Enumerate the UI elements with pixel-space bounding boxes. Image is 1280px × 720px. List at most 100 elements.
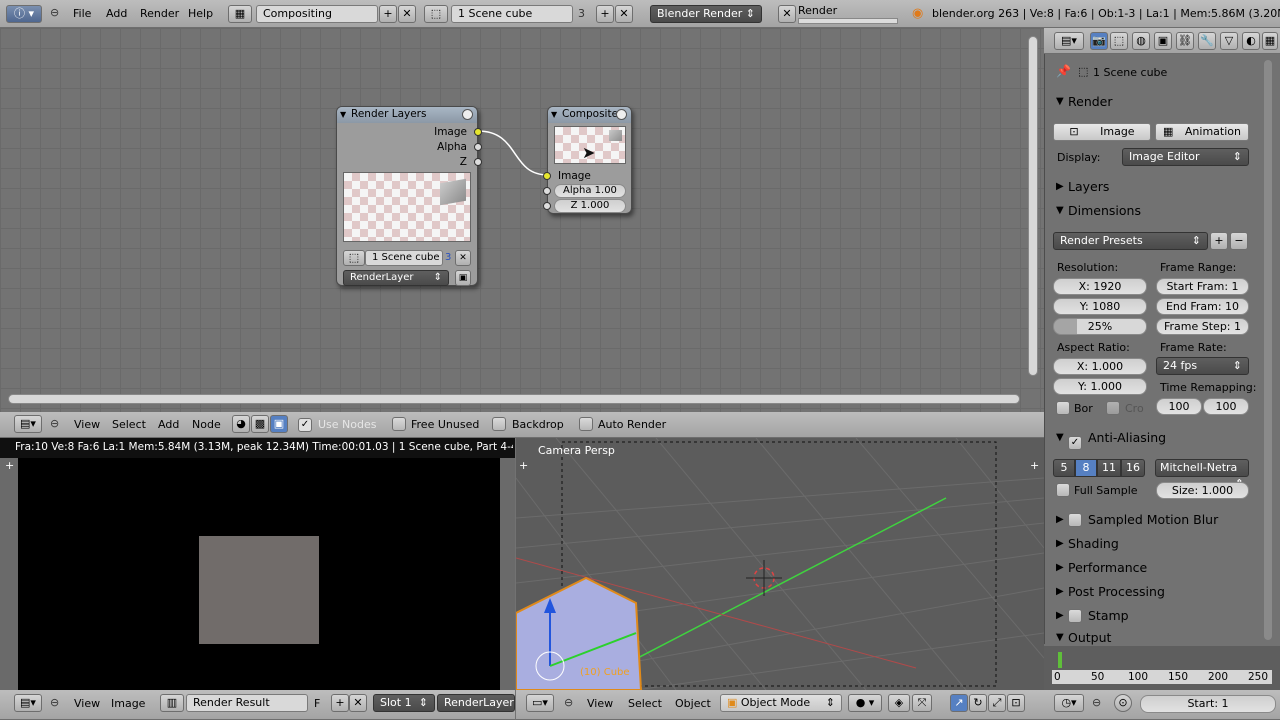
aspect-y-field[interactable]: Y: 1.000 [1053,378,1147,395]
add-screen-icon[interactable]: + [379,5,397,23]
node-scene-icon[interactable]: ⬚ [343,250,365,266]
modifiers-context-icon[interactable]: 🔧 [1198,32,1216,50]
layers-panel-header[interactable]: ▶ Layers [1050,176,1256,199]
constraints-context-icon[interactable]: ⛓ [1176,32,1194,50]
render-layer-select[interactable]: RenderLayer ⇕ [343,270,449,286]
manipulator-icon[interactable]: ⤧ [912,694,932,712]
use-nodes-checkbox[interactable]: ✓ [298,417,312,432]
world-context-icon[interactable]: ◍ [1132,32,1150,50]
menu-view[interactable]: View [74,418,100,431]
node-editor-horizontal-scrollbar[interactable] [8,394,1020,404]
output-z-socket[interactable] [474,158,482,166]
render-layer-render-icon[interactable]: ▣ [455,270,471,286]
region-toggle-plus-icon[interactable]: + [519,459,528,472]
image-name-field[interactable]: Render Result [186,694,308,712]
menu-view[interactable]: View [74,697,100,710]
scene-icon[interactable]: ⬚ [424,5,448,23]
menu-image[interactable]: Image [111,697,145,710]
render-animation-button[interactable]: ▦ Animation [1155,123,1249,141]
region-toggle-plus-icon[interactable]: + [5,459,14,472]
border-checkbox[interactable] [1056,401,1070,418]
pivot-point-icon[interactable]: ◈ [888,694,910,712]
node-editor-canvas[interactable] [0,28,1044,412]
remove-preset-icon[interactable]: − [1230,232,1248,250]
dimensions-panel-header[interactable]: ▼ Dimensions [1050,200,1256,223]
display-select[interactable]: Image Editor ⇕ [1122,148,1249,166]
menu-select[interactable]: Select [112,418,146,431]
shader-nodes-icon[interactable]: ◕ [232,415,250,433]
aa-samples-16-button[interactable]: 16 [1121,459,1145,477]
pin-icon[interactable]: 📌 [1056,64,1071,78]
backdrop-checkbox[interactable] [492,417,506,434]
aa-samples-5-button[interactable]: 5 [1053,459,1075,477]
motion-blur-checkbox[interactable] [1068,513,1082,527]
input-alpha-socket[interactable] [543,187,551,195]
frame-end-field[interactable]: End Fram: 10 [1156,298,1249,315]
alpha-input-field[interactable]: Alpha 1.00 [554,184,626,198]
collapse-triangle-icon[interactable]: ▼ [551,107,557,122]
render-layer-select[interactable]: RenderLayer [437,694,515,712]
fake-user-label[interactable]: F [314,697,320,710]
collapse-icon[interactable]: ⊖ [50,6,59,19]
motion-blur-panel-header[interactable]: ▶ Sampled Motion Blur [1050,509,1256,532]
node-preview-toggle-icon[interactable] [616,109,627,120]
free-unused-checkbox[interactable] [392,417,406,434]
aa-filter-select[interactable]: Mitchell-Netra⇕ [1155,459,1249,490]
image-browse-icon[interactable]: ▥ [160,694,184,712]
render-presets-select[interactable]: Render Presets ⇕ [1053,232,1208,250]
menu-select[interactable]: Select [628,697,662,710]
collapse-triangle-icon[interactable]: ▼ [340,107,346,122]
editor-type-node-icon[interactable]: ▤▾ [14,415,42,433]
texture-nodes-icon[interactable]: ▣ [270,415,288,433]
composite-node-header[interactable]: ▼ Composite [548,107,631,123]
slot-select[interactable]: Slot 1 ⇕ [373,694,435,712]
editor-type-image-icon[interactable]: ▤▾ [14,694,42,712]
resolution-percentage-field[interactable]: 25% [1053,318,1147,335]
node-preview-toggle-icon[interactable] [462,109,473,120]
performance-panel-header[interactable]: ▶ Performance [1050,557,1256,580]
resolution-y-field[interactable]: Y: 1080 [1053,298,1147,315]
screen-name-field[interactable]: Compositing [256,5,378,23]
rotate-icon[interactable]: ↻ [969,694,987,712]
menu-file[interactable]: File [73,0,91,28]
output-image-socket[interactable] [474,128,482,136]
collapse-icon[interactable]: ⊖ [50,696,59,709]
output-panel-header[interactable]: ▼ Output [1050,628,1256,646]
mode-select[interactable]: ▣ Object Mode ⇕ [720,694,842,712]
viewport-3d[interactable]: Camera Persp (10) Cube + + [516,438,1044,690]
collapse-icon[interactable]: ⊖ [564,696,573,709]
aa-samples-8-button[interactable]: 8 [1075,459,1097,477]
editor-type-info-icon[interactable]: ⓘ ▾ [6,5,42,23]
start-frame-field[interactable]: Start: 1 [1140,695,1276,713]
add-scene-icon[interactable]: + [596,5,614,23]
post-processing-panel-header[interactable]: ▶ Post Processing [1050,581,1256,604]
anti-aliasing-panel-header[interactable]: ▼ ✓ Anti-Aliasing [1050,427,1256,450]
object-context-icon[interactable]: ▣ [1154,32,1172,50]
composite-node[interactable]: ▼ Composite ➤ Image Alpha 1.00 Z 1.000 [543,106,632,214]
scene-context-icon[interactable]: ⬚ [1110,32,1128,50]
render-engine-select[interactable]: Blender Render ⇕ [650,5,762,23]
z-input-field[interactable]: Z 1.000 [554,199,626,213]
aa-samples-11-button[interactable]: 11 [1097,459,1121,477]
new-image-icon[interactable]: + [331,694,349,712]
node-scene-field[interactable]: 1 Scene cube [365,250,443,266]
frame-rate-select[interactable]: 24 fps ⇕ [1156,357,1249,375]
properties-toggle-plus-icon[interactable]: + [1030,459,1039,472]
menu-add[interactable]: Add [158,418,179,431]
collapse-icon[interactable]: ⊖ [1092,696,1101,709]
render-panel-header[interactable]: ▼ Render [1050,91,1256,114]
timeline-area[interactable]: 0 50 100 150 200 250 [1044,646,1280,690]
render-layers-node-header[interactable]: ▼ Render Layers [337,107,477,123]
menu-help[interactable]: Help [188,0,213,28]
material-context-icon[interactable]: ◐ [1242,32,1260,50]
delete-scene-icon[interactable]: ✕ [615,5,633,23]
menu-view[interactable]: View [587,697,613,710]
node-editor-vertical-scrollbar[interactable] [1028,36,1038,376]
add-preset-icon[interactable]: + [1210,232,1228,250]
scale-icon[interactable]: ⤢ [988,694,1006,712]
cancel-render-icon[interactable]: ✕ [778,5,796,23]
transform-orientation-icon[interactable]: ⊡ [1007,694,1025,712]
data-context-icon[interactable]: ▽ [1220,32,1238,50]
frame-start-field[interactable]: Start Fram: 1 [1156,278,1249,295]
scene-name-field[interactable]: 1 Scene cube [451,5,573,23]
